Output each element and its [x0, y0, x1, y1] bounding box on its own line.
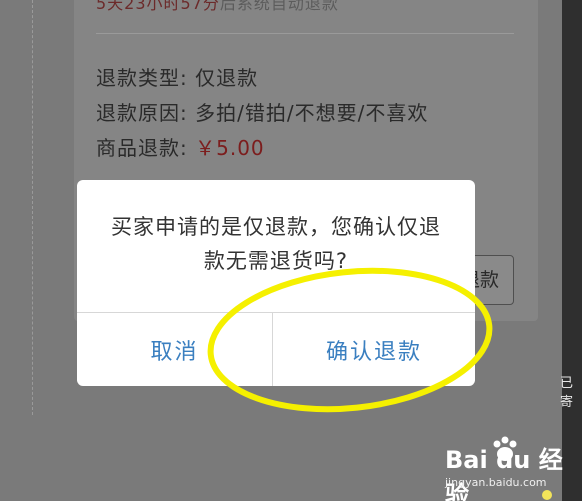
- corner-dot: [542, 490, 552, 500]
- card-divider: [96, 33, 514, 34]
- refund-reason-row: 退款原因: 多拍/错拍/不想要/不喜欢: [96, 97, 428, 126]
- refund-reason-value: 多拍/错拍/不想要/不喜欢: [195, 101, 429, 125]
- refund-amount-row: 商品退款: ￥5.00: [96, 132, 265, 161]
- refund-amount-label: 商品退款:: [96, 136, 188, 160]
- refund-type-row: 退款类型: 仅退款: [96, 62, 258, 91]
- confirm-refund-button[interactable]: 确认退款: [273, 313, 475, 386]
- watermark-url: jingyan.baidu.com: [445, 476, 547, 489]
- watermark: Bai du 经验 jingyan.baidu.com: [445, 436, 582, 501]
- right-edge-text: 已寄: [560, 376, 574, 410]
- refund-reason-label: 退款原因:: [96, 101, 188, 125]
- refund-amount-value: ￥5.00: [195, 136, 265, 160]
- confirm-refund-dialog: 买家申请的是仅退款，您确认仅退款无需退货吗? 取消 确认退款: [77, 180, 475, 386]
- dialog-message: 买家申请的是仅退款，您确认仅退款无需退货吗?: [111, 215, 441, 273]
- cancel-button[interactable]: 取消: [77, 313, 272, 386]
- countdown-time: 5天23小时57分: [96, 0, 220, 13]
- paw-icon: [493, 436, 517, 461]
- refund-type-label: 退款类型:: [96, 66, 188, 90]
- timeline-dashed-line: [32, 0, 33, 415]
- refund-type-value: 仅退款: [195, 66, 259, 90]
- countdown-text: 5天23小时57分后系统自动退款: [96, 0, 339, 14]
- countdown-suffix: 后系统自动退款: [219, 0, 339, 13]
- right-edge-strip: [562, 0, 582, 501]
